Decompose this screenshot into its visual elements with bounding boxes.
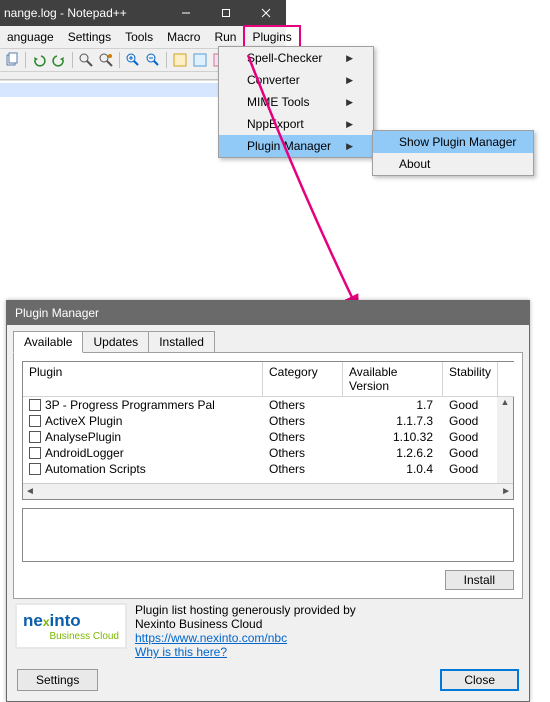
- menu-macro[interactable]: Macro: [160, 27, 207, 47]
- scroll-right-icon[interactable]: ►: [501, 486, 511, 497]
- plugin-stability: Good: [443, 461, 497, 477]
- scroll-left-icon[interactable]: ◄: [25, 486, 35, 497]
- menu-plugin-manager[interactable]: Plugin Manager▶: [219, 135, 373, 157]
- chevron-right-icon: ▶: [346, 119, 353, 130]
- vertical-scrollbar[interactable]: ▲: [497, 397, 513, 483]
- menu-spellchecker[interactable]: Spell-Checker▶: [219, 47, 373, 69]
- menu-language[interactable]: anguage: [0, 27, 61, 47]
- menu-tools[interactable]: Tools: [118, 27, 160, 47]
- settings-button[interactable]: Settings: [17, 669, 98, 691]
- minimize-button[interactable]: [166, 0, 206, 26]
- col-plugin[interactable]: Plugin: [23, 362, 263, 397]
- window-title: nange.log - Notepad++: [0, 6, 166, 20]
- plugin-list: Plugin Category Available Version Stabil…: [22, 361, 514, 500]
- menu-run[interactable]: Run: [207, 27, 243, 47]
- plugin-stability: Good: [443, 429, 497, 445]
- chevron-right-icon: ▶: [346, 97, 353, 108]
- install-button[interactable]: Install: [445, 570, 514, 590]
- plugin-category: Others: [263, 413, 343, 429]
- nexinto-logo: nexinto Business Cloud: [15, 603, 127, 649]
- plugin-name: AndroidLogger: [45, 446, 124, 460]
- plugin-version: 1.0.4: [343, 461, 443, 477]
- table-row[interactable]: Automation Scripts Others1.0.4Good: [23, 461, 513, 477]
- chevron-right-icon: ▶: [346, 53, 353, 64]
- zoom-out-icon[interactable]: [145, 52, 161, 68]
- dialog-title: Plugin Manager: [7, 301, 529, 325]
- titlebar: nange.log - Notepad++: [0, 0, 286, 26]
- table-row[interactable]: ActiveX Plugin Others1.1.7.3Good: [23, 413, 513, 429]
- plugin-stability: Good: [443, 413, 497, 429]
- scroll-up-icon[interactable]: ▲: [501, 397, 510, 407]
- plugin-name: ActiveX Plugin: [45, 414, 122, 428]
- menu-mimetools[interactable]: MIME Tools▶: [219, 91, 373, 113]
- plugin-name: 3P - Progress Programmers Pal: [45, 398, 215, 412]
- plugin-category: Others: [263, 429, 343, 445]
- info-why[interactable]: Why is this here?: [135, 645, 356, 659]
- menu-converter[interactable]: Converter▶: [219, 69, 373, 91]
- col-category[interactable]: Category: [263, 362, 343, 397]
- menu-settings[interactable]: Settings: [61, 27, 118, 47]
- plugin-stability: Good: [443, 445, 497, 461]
- table-row[interactable]: AnalysePlugin Others1.10.32Good: [23, 429, 513, 445]
- plugin-stability: Good: [443, 397, 497, 413]
- close-button[interactable]: [246, 0, 286, 26]
- plugin-manager-submenu: Show Plugin Manager About: [372, 130, 534, 176]
- table-row[interactable]: 3P - Progress Programmers Pal Others1.7Go…: [23, 397, 513, 413]
- col-stability[interactable]: Stability: [443, 362, 498, 397]
- zoom-in-icon[interactable]: [125, 52, 141, 68]
- tab-updates[interactable]: Updates: [82, 331, 149, 352]
- tab-bar: Available Updates Installed: [7, 325, 529, 352]
- info-url[interactable]: https://www.nexinto.com/nbc: [135, 631, 356, 645]
- info-line1: Plugin list hosting generously provided …: [135, 603, 356, 617]
- horizontal-scrollbar[interactable]: ◄ ►: [23, 483, 513, 499]
- chevron-right-icon: ▶: [346, 141, 353, 152]
- list-header: Plugin Category Available Version Stabil…: [23, 362, 513, 397]
- row-checkbox[interactable]: [29, 463, 41, 475]
- plugin-version: 1.10.32: [343, 429, 443, 445]
- wordwrap-icon[interactable]: [172, 52, 188, 68]
- show-all-icon[interactable]: [192, 52, 208, 68]
- col-version[interactable]: Available Version: [343, 362, 443, 397]
- info-line2: Nexinto Business Cloud: [135, 617, 356, 631]
- plugin-category: Others: [263, 445, 343, 461]
- undo-icon[interactable]: [31, 52, 47, 68]
- menu-nppexport[interactable]: NppExport▶: [219, 113, 373, 135]
- row-checkbox[interactable]: [29, 415, 41, 427]
- chevron-right-icon: ▶: [346, 75, 353, 86]
- find-icon[interactable]: [78, 52, 94, 68]
- row-checkbox[interactable]: [29, 399, 41, 411]
- submenu-show-plugin-manager[interactable]: Show Plugin Manager: [373, 131, 533, 153]
- close-button[interactable]: Close: [440, 669, 519, 691]
- plugin-category: Others: [263, 397, 343, 413]
- plugins-menu: Spell-Checker▶ Converter▶ MIME Tools▶ Np…: [218, 46, 374, 158]
- replace-icon[interactable]: [98, 52, 114, 68]
- plugin-version: 1.7: [343, 397, 443, 413]
- tab-available[interactable]: Available: [13, 331, 83, 353]
- plugin-version: 1.1.7.3: [343, 413, 443, 429]
- row-checkbox[interactable]: [29, 447, 41, 459]
- copy-icon[interactable]: [4, 52, 20, 68]
- maximize-button[interactable]: [206, 0, 246, 26]
- row-checkbox[interactable]: [29, 431, 41, 443]
- plugin-name: Automation Scripts: [45, 462, 146, 476]
- plugin-name: AnalysePlugin: [45, 430, 121, 444]
- redo-icon[interactable]: [51, 52, 67, 68]
- description-box: [22, 508, 514, 562]
- plugin-category: Others: [263, 461, 343, 477]
- submenu-about[interactable]: About: [373, 153, 533, 175]
- plugin-manager-dialog: Plugin Manager Available Updates Install…: [6, 300, 530, 702]
- tab-installed[interactable]: Installed: [148, 331, 215, 352]
- table-row[interactable]: AndroidLogger Others1.2.6.2Good: [23, 445, 513, 461]
- info-row: nexinto Business Cloud Plugin list hosti…: [7, 599, 529, 663]
- plugin-version: 1.2.6.2: [343, 445, 443, 461]
